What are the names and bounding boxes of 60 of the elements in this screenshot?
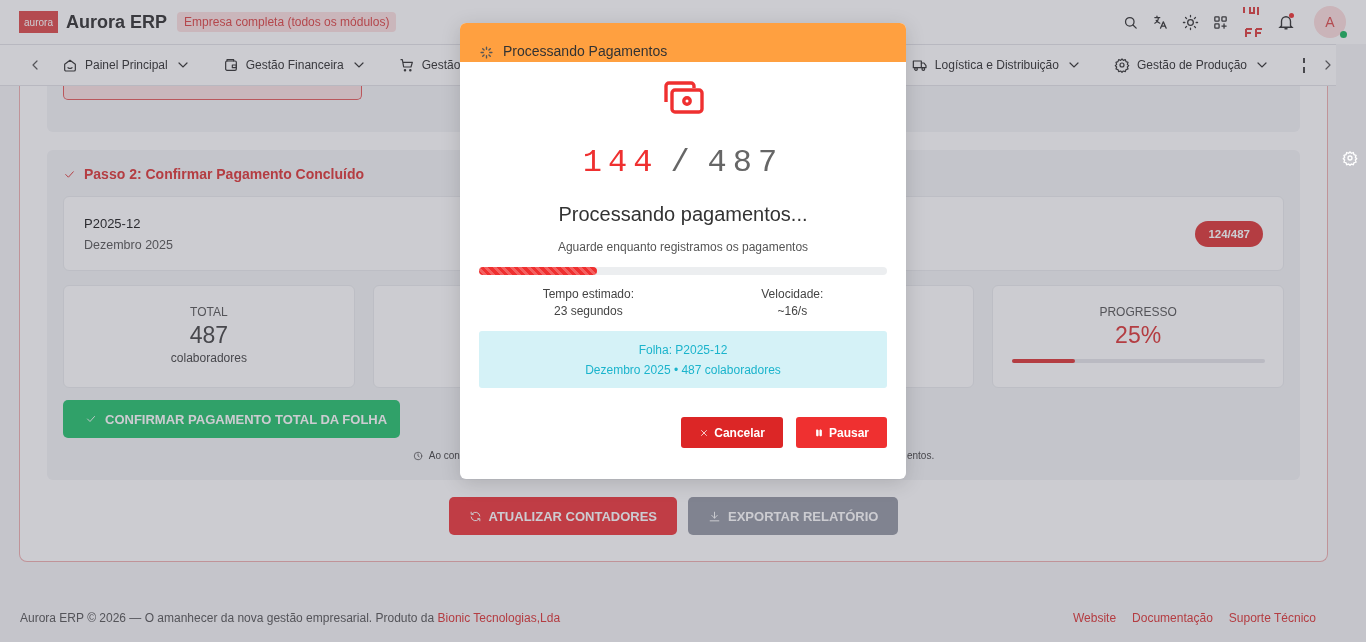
notification-bell-icon[interactable]	[1277, 13, 1295, 31]
nav-menu-item[interactable]: Logística e Distribuição	[911, 57, 1082, 73]
count-badge: 124/487	[1195, 220, 1263, 247]
period-code: P2025-12	[84, 215, 141, 231]
cart-icon	[398, 57, 415, 73]
logo[interactable]: aurora	[19, 11, 58, 33]
action-button[interactable]: ATUALIZAR CONTADORES	[448, 497, 677, 535]
processed-count: 144	[582, 144, 659, 181]
user-avatar[interactable]: A	[1314, 6, 1346, 38]
total-count: 487	[707, 144, 784, 181]
nav-menu-item[interactable]: Gestão de Produção	[1113, 57, 1270, 73]
company-link[interactable]: Bionic Tecnologias,Lda	[437, 611, 561, 625]
nav-menu-item[interactable]: Gestão	[398, 57, 461, 73]
clock-icon	[412, 450, 423, 461]
nav-menu-item[interactable]: Painel Principal	[62, 57, 191, 73]
payroll-code: Folha: P2025-12	[638, 342, 728, 357]
eta-value: 23 segundos	[553, 304, 623, 318]
pause-button[interactable]: Pausar	[795, 417, 887, 448]
cancel-button[interactable]: Cancelar	[681, 417, 783, 448]
stat-label: PROGRESSO	[1099, 305, 1177, 319]
pause-icon	[813, 427, 824, 438]
modal-title: Processando Pagamentos	[503, 43, 668, 59]
footer-link[interactable]: Documentação	[1132, 611, 1213, 625]
settings-icon	[1113, 57, 1130, 73]
action-button[interactable]: EXPORTAR RELATÓRIO	[688, 497, 899, 535]
close-icon	[699, 427, 710, 438]
menu-item-icon	[1302, 57, 1306, 73]
truck-icon	[911, 57, 928, 73]
nav-menu-item[interactable]: Gestão Financeira	[222, 57, 367, 73]
speed-value: ~16/s	[777, 304, 808, 318]
note-text: entos.	[906, 450, 935, 461]
step-title: Passo 2: Confirmar Pagamento Concluído	[84, 166, 365, 182]
eta-label: Tempo estimado:	[542, 287, 634, 301]
spinner-icon	[480, 46, 493, 59]
translate-icon[interactable]	[1152, 13, 1169, 31]
sun-icon[interactable]	[1182, 13, 1199, 31]
home-icon	[62, 57, 78, 73]
payroll-summary: Dezembro 2025 • 487 colaboradores	[585, 362, 781, 377]
progress-heading: Processando pagamentos...	[558, 203, 808, 226]
money-icon	[661, 80, 705, 116]
period-name: Dezembro 2025	[84, 237, 173, 252]
footer-link[interactable]: Suporte Técnico	[1228, 611, 1316, 625]
stat-label: TOTAL	[190, 305, 228, 319]
refresh-icon	[468, 509, 482, 523]
copyright-text: Aurora ERP © 2026 — O amanhecer da nova gestão empresarial. Produto da Bionic Tecnologias,Lda	[20, 611, 561, 625]
check-icon	[85, 413, 97, 425]
stat-unit: colaboradores	[170, 351, 247, 365]
count-separator: /	[670, 144, 696, 181]
download-icon	[708, 509, 721, 523]
confirm-button[interactable]: CONFIRMAR PAGAMENTO TOTAL DA FOLHA	[63, 400, 400, 438]
stat-value: 487	[189, 322, 229, 349]
footer-link[interactable]: Website	[1072, 611, 1117, 625]
apps-icon[interactable]	[1212, 13, 1229, 31]
stat-value: 25%	[1115, 322, 1162, 349]
wallet-icon	[222, 57, 239, 73]
note-text: Ao con	[428, 450, 460, 461]
speed-label: Velocidade:	[761, 287, 824, 301]
plan-badge: Empresa completa (todos os módulos)	[177, 12, 397, 32]
app-title: Aurora ERP	[66, 11, 168, 33]
progress-subtitle: Aguarde enquanto registramos os pagamentos	[557, 240, 809, 254]
